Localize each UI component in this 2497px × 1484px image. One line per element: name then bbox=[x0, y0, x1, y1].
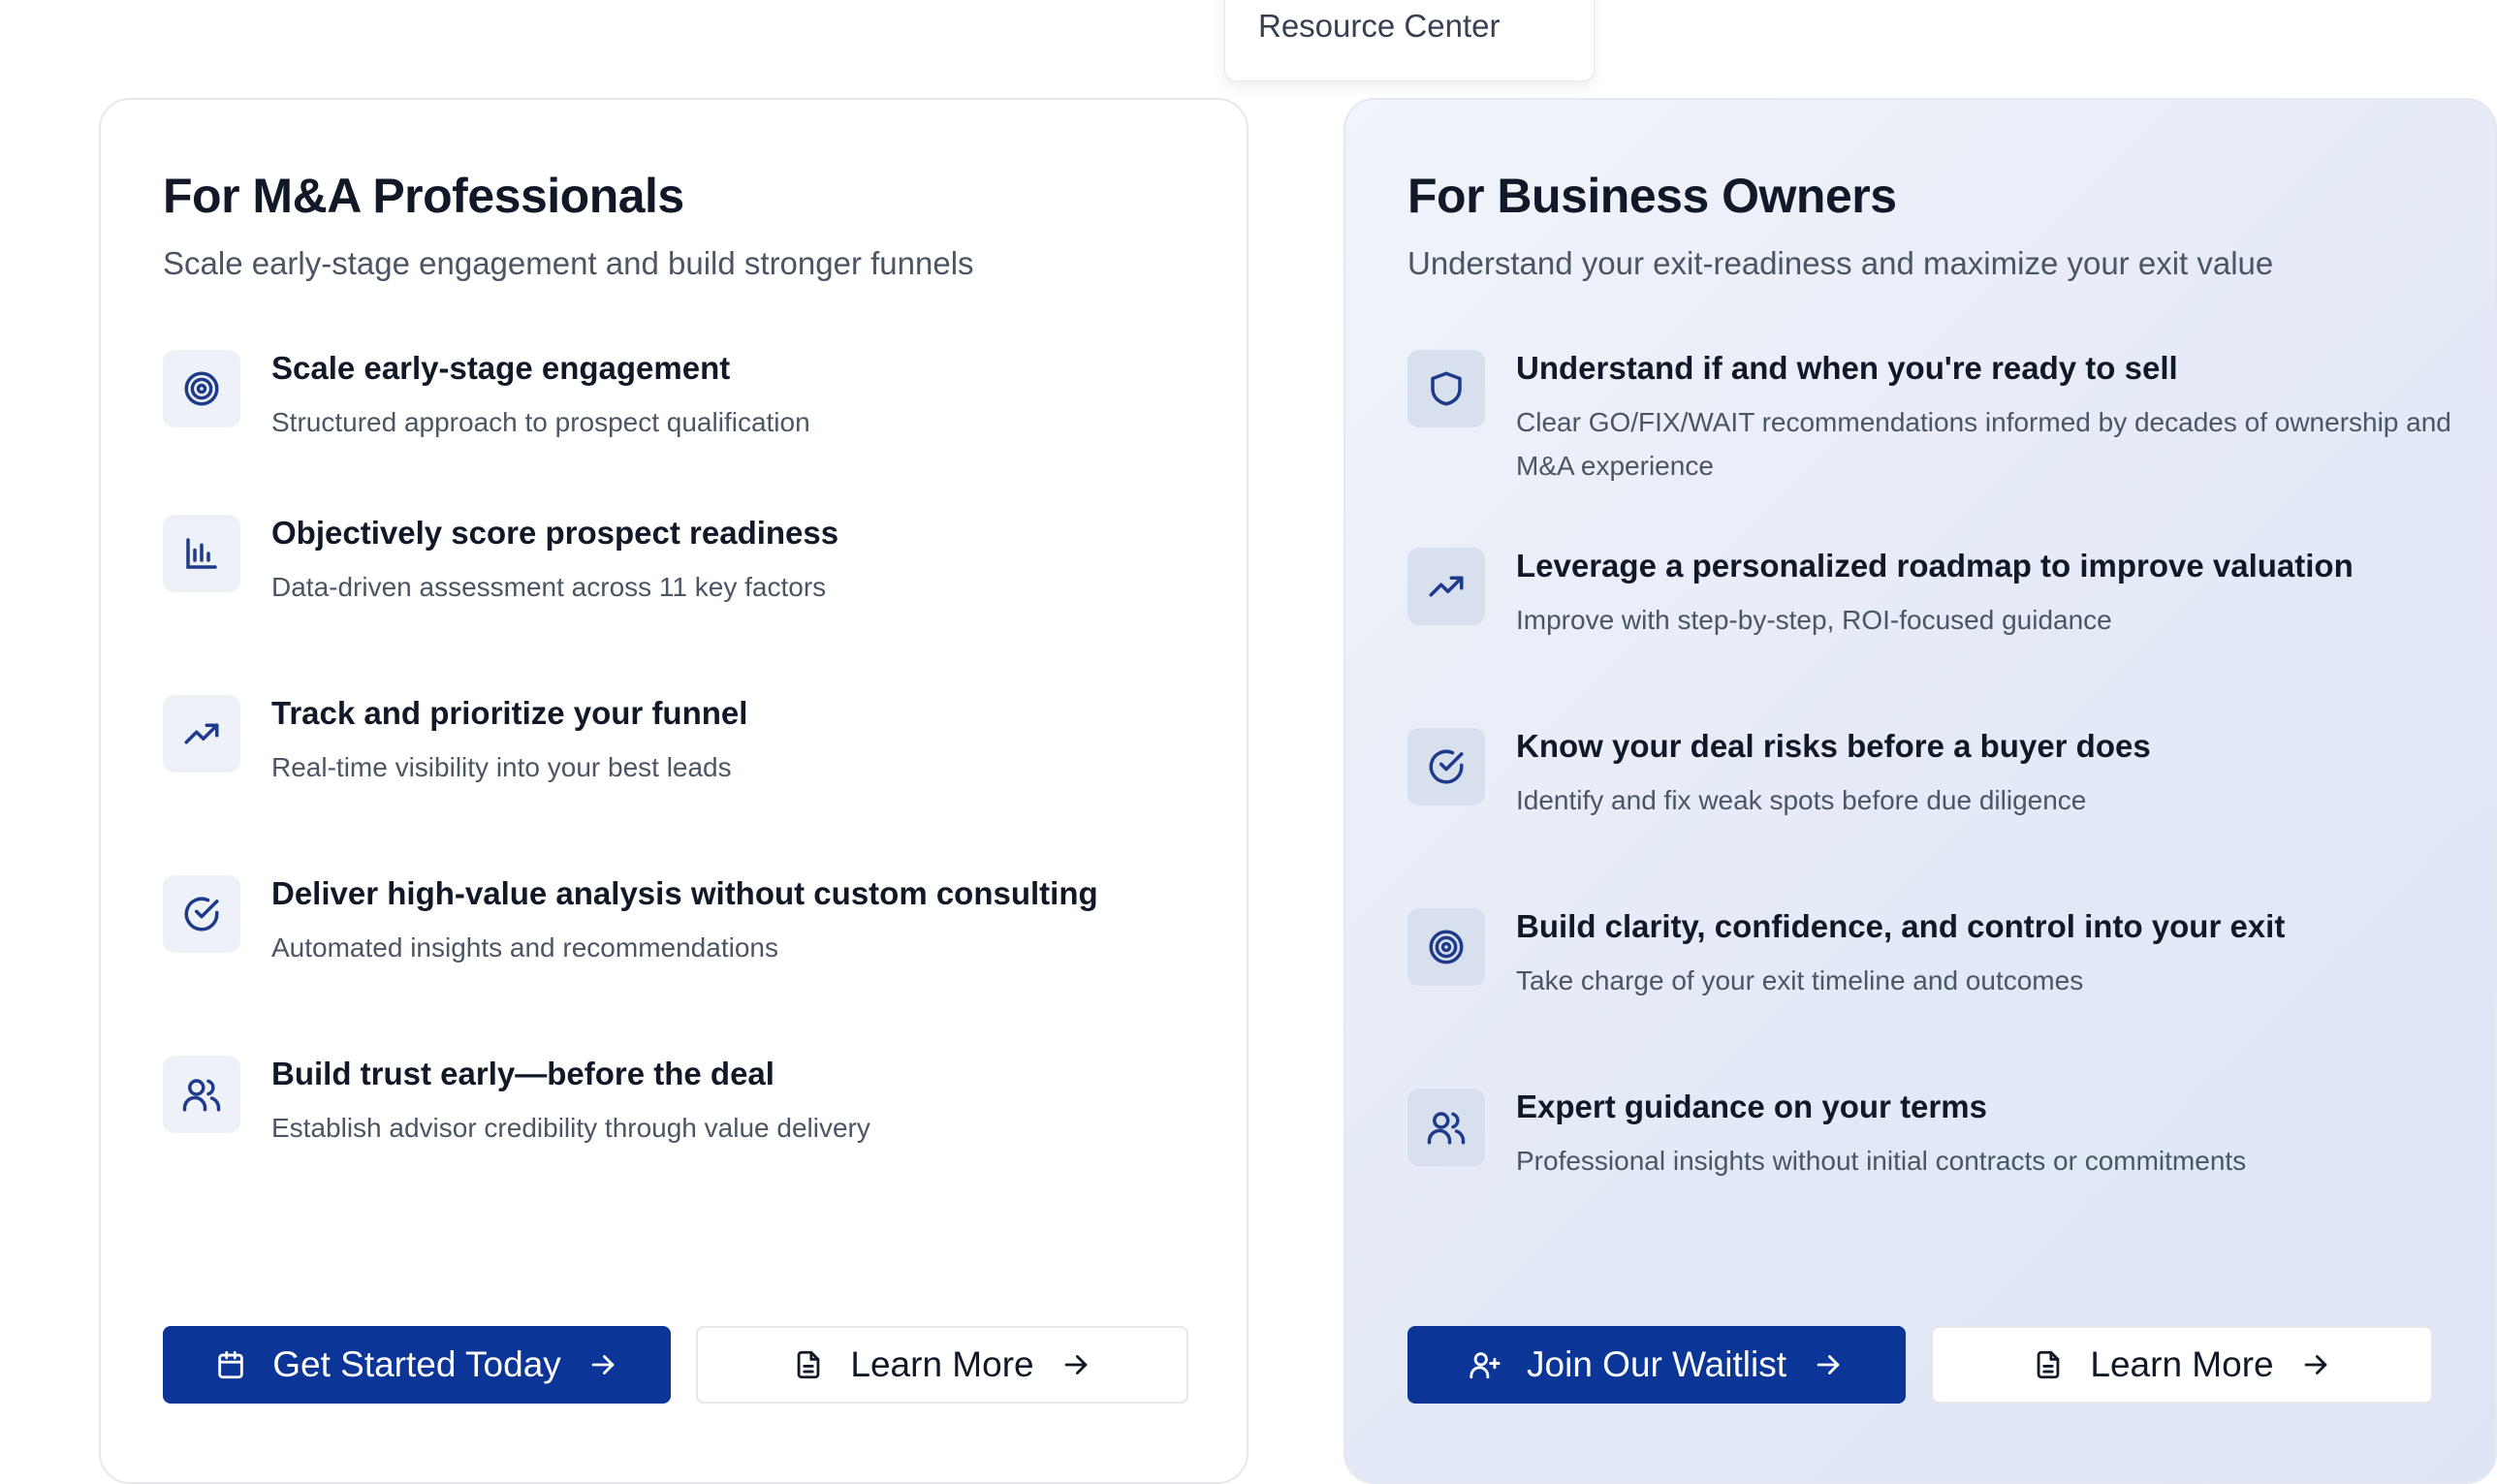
arrow-right-icon bbox=[1817, 1355, 1840, 1374]
feature-title: Objectively score prospect readiness bbox=[271, 515, 839, 551]
feature-title: Build clarity, confidence, and control i… bbox=[1516, 908, 2286, 944]
feature-description: Structured approach to prospect qualific… bbox=[271, 407, 810, 437]
feature-title: Track and prioritize your funnel bbox=[271, 695, 748, 731]
owners-card: For Business Owners Understand your exit… bbox=[1343, 98, 2497, 1484]
professionals-title: For M&A Professionals bbox=[163, 169, 684, 223]
target-icon bbox=[163, 350, 240, 427]
learn-more-label: Learn More bbox=[850, 1344, 1034, 1384]
feature-description: Data-driven assessment across 11 key fac… bbox=[271, 572, 827, 602]
feature-title: Build trust early—before the deal bbox=[271, 1056, 774, 1091]
target-icon bbox=[1407, 908, 1485, 986]
arrow-right-icon bbox=[2304, 1355, 2326, 1374]
users-icon bbox=[1407, 1089, 1485, 1166]
join-waitlist-label: Join Our Waitlist bbox=[1527, 1344, 1786, 1384]
feature-title: Expert guidance on your terms bbox=[1516, 1089, 1987, 1124]
feature-description: Automated insights and recommendations bbox=[271, 932, 778, 963]
owners-subtitle: Understand your exit-readiness and maxim… bbox=[1407, 245, 2274, 281]
users-icon bbox=[163, 1056, 240, 1133]
professionals-card: For M&A Professionals Scale early-stage … bbox=[99, 98, 1248, 1484]
feature-description: Real-time visibility into your best lead… bbox=[271, 752, 732, 782]
feature-description: Take charge of your exit timeline and ou… bbox=[1516, 965, 2084, 995]
get-started-label: Get Started Today bbox=[272, 1344, 561, 1384]
learn-more-label: Learn More bbox=[2090, 1344, 2274, 1384]
trending-up-icon bbox=[163, 695, 240, 773]
learn-more-button[interactable]: Learn More bbox=[1931, 1326, 2433, 1404]
join-waitlist-button[interactable]: Join Our Waitlist bbox=[1407, 1326, 1906, 1404]
resource-dropdown: Resource Center bbox=[1224, 0, 1595, 81]
check-circle-icon bbox=[1407, 728, 1485, 805]
user-plus-icon bbox=[1470, 1352, 1501, 1379]
get-started-button[interactable]: Get Started Today bbox=[163, 1326, 671, 1404]
owners-title: For Business Owners bbox=[1407, 169, 1897, 223]
feature-description: Improve with step-by-step, ROI-focused g… bbox=[1516, 605, 2112, 635]
feature-title: Deliver high-value analysis without cust… bbox=[271, 875, 1098, 911]
trending-up-icon bbox=[1407, 548, 1485, 625]
feature-description: Identify and fix weak spots before due d… bbox=[1516, 785, 2087, 815]
document-icon bbox=[2038, 1350, 2060, 1379]
learn-more-button[interactable]: Learn More bbox=[696, 1326, 1188, 1404]
feature-title: Know your deal risks before a buyer does bbox=[1516, 728, 2151, 764]
check-circle-icon bbox=[163, 875, 240, 953]
document-icon bbox=[798, 1350, 820, 1379]
feature-description: Establish advisor credibility through va… bbox=[271, 1113, 870, 1143]
resource-center-link[interactable]: Resource Center bbox=[1258, 8, 1500, 45]
feature-description: Professional insights without initial co… bbox=[1516, 1146, 2247, 1176]
shield-icon bbox=[1407, 350, 1485, 427]
arrow-right-icon bbox=[591, 1355, 615, 1374]
feature-title: Leverage a personalized roadmap to impro… bbox=[1516, 548, 2354, 584]
feature-title: Understand if and when you're ready to s… bbox=[1516, 350, 2178, 386]
arrow-right-icon bbox=[1064, 1355, 1087, 1374]
feature-title: Scale early-stage engagement bbox=[271, 350, 731, 386]
professionals-subtitle: Scale early-stage engagement and build s… bbox=[163, 245, 974, 281]
feature-description: Clear GO/FIX/WAIT recommendations inform… bbox=[1516, 407, 2451, 481]
bar-chart-icon bbox=[163, 515, 240, 592]
calendar-icon bbox=[218, 1350, 243, 1379]
